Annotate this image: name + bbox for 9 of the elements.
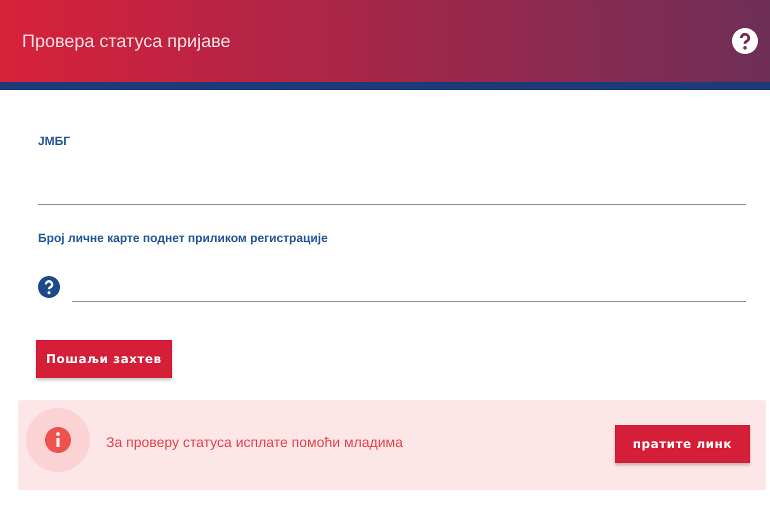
field-label: Број личне карте поднет приликом регистрације: [38, 231, 329, 245]
help-icon[interactable]: [732, 28, 758, 54]
submit-button[interactable]: Пошаљи захтев: [36, 340, 172, 378]
alert-message: За проверу статуса исплате помоћи младима: [106, 434, 404, 450]
field-label: ЈМБГ: [38, 134, 72, 148]
info-icon: [26, 408, 90, 472]
help-icon[interactable]: [38, 276, 60, 298]
page-title: Провера статуса пријаве: [22, 30, 230, 52]
follow-link-button[interactable]: пратите линк: [614, 425, 750, 463]
